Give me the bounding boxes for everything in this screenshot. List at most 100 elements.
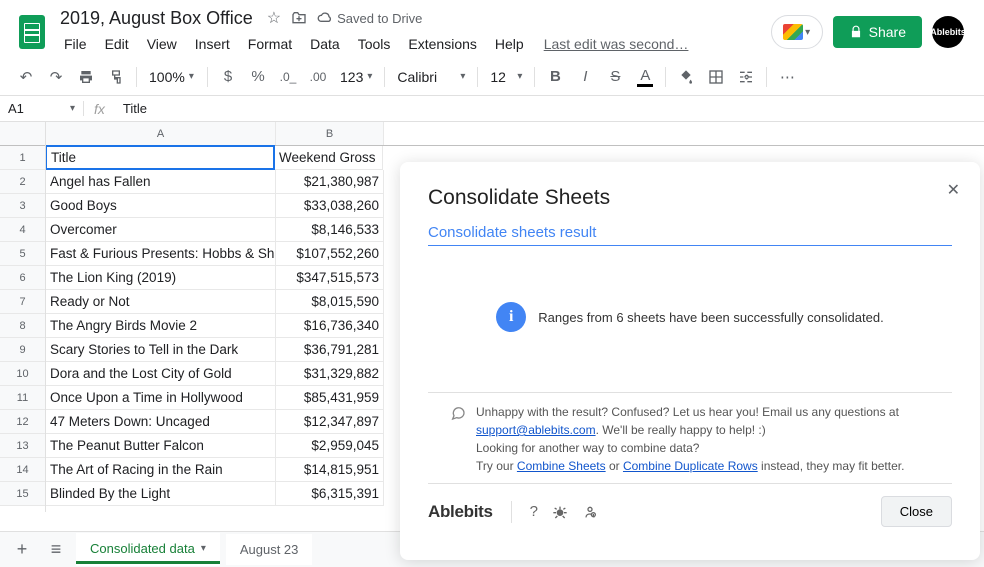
strikethrough-button[interactable]: S: [601, 63, 629, 91]
cell[interactable]: 47 Meters Down: Uncaged: [46, 410, 276, 434]
fill-color-button[interactable]: [672, 63, 700, 91]
share-button[interactable]: Share: [833, 16, 922, 48]
row-header[interactable]: 8: [0, 314, 45, 338]
menu-format[interactable]: Format: [240, 32, 300, 56]
cell[interactable]: Dora and the Lost City of Gold: [46, 362, 276, 386]
privacy-icon[interactable]: [582, 504, 598, 520]
cell[interactable]: Blinded By the Light: [46, 482, 276, 506]
select-all-corner[interactable]: [0, 122, 45, 146]
sheets-logo[interactable]: [12, 12, 52, 52]
cell[interactable]: $16,736,340: [276, 314, 384, 338]
star-icon[interactable]: ☆: [267, 8, 281, 28]
bold-button[interactable]: B: [541, 63, 569, 91]
row-header[interactable]: 4: [0, 218, 45, 242]
font-select[interactable]: Calibri▾: [391, 69, 471, 85]
text-color-button[interactable]: A: [631, 63, 659, 91]
menu-insert[interactable]: Insert: [187, 32, 238, 56]
merge-button[interactable]: [732, 63, 760, 91]
sheet-tab-consolidated[interactable]: Consolidated data▾: [76, 533, 220, 566]
row-header[interactable]: 10: [0, 362, 45, 386]
row-header[interactable]: 6: [0, 266, 45, 290]
cell[interactable]: Title: [46, 145, 275, 170]
cell[interactable]: $12,347,897: [276, 410, 384, 434]
panel-close-button[interactable]: ✕: [947, 180, 960, 200]
row-header[interactable]: 1: [0, 146, 45, 170]
cell[interactable]: The Angry Birds Movie 2: [46, 314, 276, 338]
font-size-select[interactable]: 12▾: [484, 69, 528, 85]
cell[interactable]: $85,431,959: [276, 386, 384, 410]
row-header[interactable]: 12: [0, 410, 45, 434]
combine-duplicate-rows-link[interactable]: Combine Duplicate Rows: [623, 459, 758, 473]
cell[interactable]: $107,552,260: [276, 242, 384, 266]
col-header-b[interactable]: B: [276, 122, 384, 145]
cell[interactable]: $8,146,533: [276, 218, 384, 242]
row-header[interactable]: 3: [0, 194, 45, 218]
all-sheets-button[interactable]: ≡: [42, 536, 70, 564]
cell[interactable]: $36,791,281: [276, 338, 384, 362]
cell[interactable]: $347,515,573: [276, 266, 384, 290]
cell[interactable]: $8,015,590: [276, 290, 384, 314]
row-header[interactable]: 13: [0, 434, 45, 458]
more-toolbar-button[interactable]: ⋯: [773, 63, 801, 91]
cell[interactable]: $6,315,391: [276, 482, 384, 506]
last-edit-link[interactable]: Last edit was second…: [544, 36, 689, 52]
cell[interactable]: Weekend Gross: [275, 146, 383, 170]
col-header-a[interactable]: A: [46, 122, 276, 145]
row-header[interactable]: 11: [0, 386, 45, 410]
increase-decimal-button[interactable]: .00: [304, 63, 332, 91]
menu-file[interactable]: File: [56, 32, 95, 56]
combine-sheets-link[interactable]: Combine Sheets: [517, 459, 606, 473]
cell[interactable]: Scary Stories to Tell in the Dark: [46, 338, 276, 362]
help-icon[interactable]: ?: [530, 503, 538, 520]
menu-data[interactable]: Data: [302, 32, 348, 56]
row-header[interactable]: 15: [0, 482, 45, 506]
menu-view[interactable]: View: [139, 32, 185, 56]
bug-icon[interactable]: [552, 504, 568, 520]
cell[interactable]: Angel has Fallen: [46, 170, 276, 194]
menu-extensions[interactable]: Extensions: [400, 32, 484, 56]
cell[interactable]: The Peanut Butter Falcon: [46, 434, 276, 458]
account-avatar[interactable]: Ablebits: [932, 16, 964, 48]
zoom-select[interactable]: 100%▾: [143, 69, 201, 85]
paint-format-button[interactable]: [102, 63, 130, 91]
italic-button[interactable]: I: [571, 63, 599, 91]
cell[interactable]: Good Boys: [46, 194, 276, 218]
panel-subtitle: Consolidate sheets result: [428, 224, 952, 241]
decrease-decimal-button[interactable]: .0_: [274, 63, 302, 91]
redo-button[interactable]: ↷: [42, 63, 70, 91]
row-header[interactable]: 5: [0, 242, 45, 266]
cell[interactable]: $33,038,260: [276, 194, 384, 218]
move-icon[interactable]: [291, 10, 307, 26]
doc-title[interactable]: 2019, August Box Office: [56, 6, 257, 31]
add-sheet-button[interactable]: +: [8, 536, 36, 564]
cell[interactable]: The Art of Racing in the Rain: [46, 458, 276, 482]
menu-edit[interactable]: Edit: [97, 32, 137, 56]
row-header[interactable]: 7: [0, 290, 45, 314]
panel-close-footer-button[interactable]: Close: [881, 496, 952, 527]
print-button[interactable]: [72, 63, 100, 91]
menu-tools[interactable]: Tools: [350, 32, 399, 56]
row-header[interactable]: 2: [0, 170, 45, 194]
cell[interactable]: $31,329,882: [276, 362, 384, 386]
meet-button[interactable]: ▾: [771, 15, 823, 49]
cell[interactable]: $2,959,045: [276, 434, 384, 458]
formula-input[interactable]: Title: [115, 101, 984, 116]
cell[interactable]: Ready or Not: [46, 290, 276, 314]
menu-help[interactable]: Help: [487, 32, 532, 56]
more-formats-select[interactable]: 123▾: [334, 69, 378, 85]
sheet-tab-august23[interactable]: August 23: [226, 534, 313, 565]
cell[interactable]: $21,380,987: [276, 170, 384, 194]
row-header[interactable]: 14: [0, 458, 45, 482]
cell[interactable]: $14,815,951: [276, 458, 384, 482]
borders-button[interactable]: [702, 63, 730, 91]
undo-button[interactable]: ↶: [12, 63, 40, 91]
row-header[interactable]: 9: [0, 338, 45, 362]
cell[interactable]: The Lion King (2019): [46, 266, 276, 290]
cell[interactable]: Once Upon a Time in Hollywood: [46, 386, 276, 410]
cell[interactable]: Fast & Furious Presents: Hobbs & Shaw: [46, 242, 276, 266]
name-box[interactable]: A1▾: [0, 101, 84, 116]
currency-button[interactable]: $: [214, 63, 242, 91]
percent-button[interactable]: %: [244, 63, 272, 91]
support-email-link[interactable]: support@ablebits.com: [476, 423, 596, 437]
cell[interactable]: Overcomer: [46, 218, 276, 242]
